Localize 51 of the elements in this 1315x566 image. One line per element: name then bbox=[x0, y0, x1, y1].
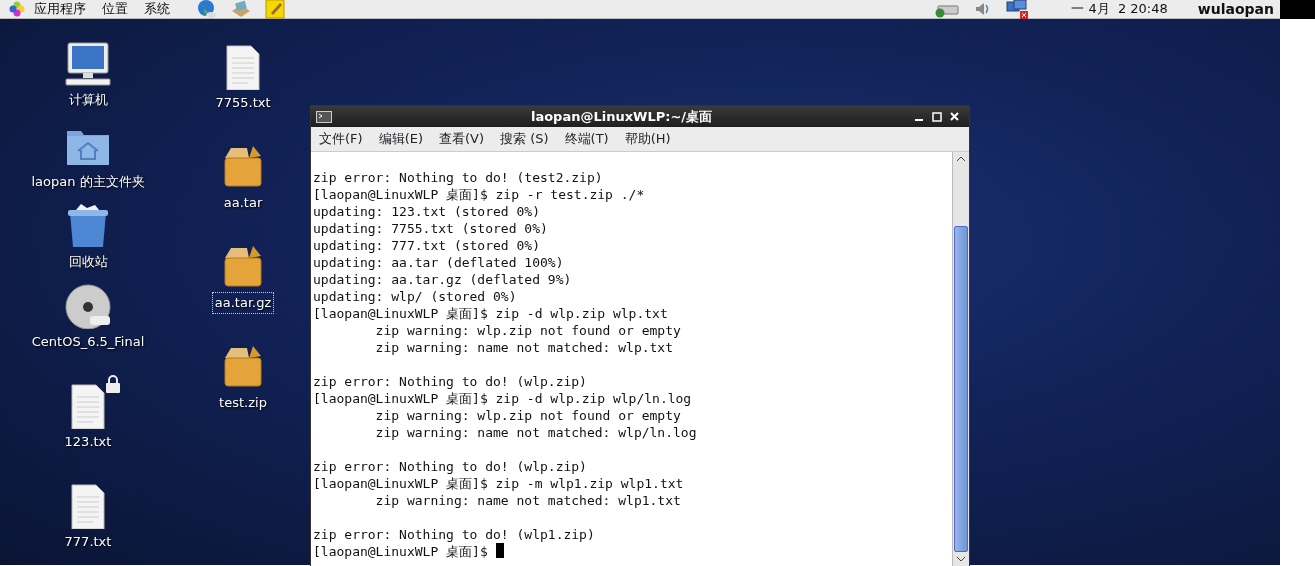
output-line: updating: wlp/ (stored 0%) bbox=[313, 289, 517, 304]
output-line: zip error: Nothing to do! (wlp.zip) bbox=[313, 459, 587, 474]
output-line: updating: aa.tar (deflated 100%) bbox=[313, 255, 564, 270]
menu-item[interactable]: 文件(F) bbox=[311, 129, 371, 149]
globe-icon[interactable] bbox=[196, 0, 218, 19]
icon-label[interactable]: test.zip bbox=[217, 393, 269, 413]
icon-label[interactable]: 回收站 bbox=[66, 252, 110, 272]
flower-icon[interactable] bbox=[8, 0, 26, 18]
menu-item[interactable]: 查看(V) bbox=[431, 129, 493, 149]
output-line: updating: 777.txt (stored 0%) bbox=[313, 238, 540, 253]
output-line: updating: aa.tar.gz (deflated 9%) bbox=[313, 272, 572, 287]
network-disconnected-icon[interactable] bbox=[1005, 0, 1030, 19]
icon-label[interactable]: 计算机 bbox=[66, 90, 110, 110]
output-line: zip warning: wlp.zip not found or empty bbox=[374, 323, 681, 338]
output-line: zip error: Nothing to do! (test2.zip) bbox=[313, 170, 603, 185]
icon-label[interactable]: CentOS_6.5_Final bbox=[29, 332, 147, 352]
output-line: zip warning: wlp.zip not found or empty bbox=[374, 408, 681, 423]
output-line: zip warning: name not matched: wlp1.txt bbox=[374, 493, 681, 508]
output-line: zip warning: name not matched: wlp.txt bbox=[374, 340, 674, 355]
terminal-icon bbox=[316, 110, 332, 123]
screen-edge bbox=[1280, 0, 1315, 19]
user-name[interactable]: wulaopan bbox=[1191, 0, 1280, 18]
prompt-line: [laopan@LinuxWLP 桌面]$ bbox=[313, 544, 488, 559]
computer-icon[interactable] bbox=[64, 41, 112, 87]
prompt-line: [laopan@LinuxWLP 桌面]$ zip -r test.zip ./* bbox=[313, 187, 645, 202]
scrollbar[interactable] bbox=[952, 152, 969, 566]
output-line: updating: 7755.txt (stored 0%) bbox=[313, 221, 548, 236]
clock[interactable]: 一 4月 2 20:48 bbox=[1063, 0, 1176, 18]
panel-menu[interactable]: 应用程序 bbox=[26, 0, 94, 18]
panel-menu[interactable]: 位置 bbox=[94, 0, 136, 18]
menu-item[interactable]: 搜索 (S) bbox=[492, 129, 557, 149]
icon-label[interactable]: aa.tar bbox=[221, 193, 265, 213]
output-line: zip warning: name not matched: wlp/ln.log bbox=[374, 425, 697, 440]
icon-label[interactable]: 123.txt bbox=[62, 432, 114, 452]
menu-item[interactable]: 编辑(E) bbox=[370, 129, 431, 149]
output-line: updating: 123.txt (stored 0%) bbox=[313, 204, 540, 219]
menu-item[interactable]: 帮助(H) bbox=[616, 129, 679, 149]
dvd-icon[interactable] bbox=[64, 283, 112, 329]
icon-label[interactable]: 7755.txt bbox=[213, 93, 273, 113]
icon-label[interactable]: laopan 的主文件夹 bbox=[29, 172, 147, 192]
window-title: laopan@LinuxWLP:~/桌面 bbox=[529, 107, 714, 126]
prompt-line: [laopan@LinuxWLP 桌面]$ zip -m wlp1.zip wlp1.txt bbox=[313, 476, 684, 491]
panel-menu[interactable]: 系统 bbox=[136, 0, 178, 18]
output-line: zip error: Nothing to do! (wlp.zip) bbox=[313, 374, 587, 389]
icon-label[interactable]: 777.txt bbox=[62, 532, 114, 552]
prompt-line: [laopan@LinuxWLP 桌面]$ zip -d wlp.zip wlp.txt bbox=[313, 306, 668, 321]
menu-item[interactable]: 终端(T) bbox=[556, 129, 617, 149]
icon-label[interactable]: aa.tar.gz bbox=[212, 293, 274, 313]
output-line: zip error: Nothing to do! (wlp1.zip) bbox=[313, 527, 595, 542]
prompt-line: [laopan@LinuxWLP 桌面]$ zip -d wlp.zip wlp/ln.log bbox=[313, 391, 692, 406]
notepad-icon[interactable] bbox=[264, 0, 286, 19]
